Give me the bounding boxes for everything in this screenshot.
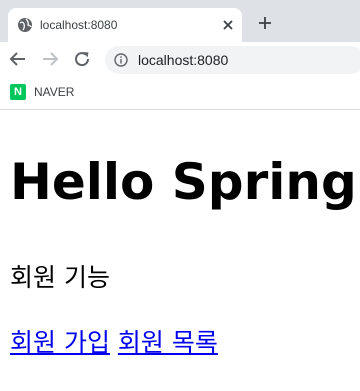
globe-icon <box>18 18 32 32</box>
page-title: Hello Spring <box>10 153 357 211</box>
address-url: localhost:8080 <box>138 52 229 68</box>
tab-title: localhost:8080 <box>40 18 118 32</box>
info-icon[interactable] <box>114 53 128 67</box>
back-arrow-icon[interactable] <box>9 50 27 68</box>
tab-strip: localhost:8080 <box>0 0 360 42</box>
bookmarks-bar: N NAVER <box>0 78 360 110</box>
plus-icon[interactable] <box>258 16 272 30</box>
forward-arrow-icon[interactable] <box>41 50 59 68</box>
page-content: Hello Spring 회원 기능 회원 가입 회원 목록 <box>0 110 360 391</box>
signup-link[interactable]: 회원 가입 <box>10 328 110 357</box>
close-icon[interactable] <box>221 18 235 32</box>
naver-logo-icon: N <box>10 84 26 100</box>
address-bar[interactable]: localhost:8080 <box>105 46 360 74</box>
reload-icon[interactable] <box>73 50 91 68</box>
active-tab[interactable]: localhost:8080 <box>8 8 242 42</box>
link-row: 회원 가입 회원 목록 <box>10 327 218 359</box>
browser-chrome: localhost:8080 localhost:8080 N NAVER <box>0 0 360 110</box>
bookmark-label: NAVER <box>34 85 75 99</box>
browser-toolbar: localhost:8080 <box>0 42 360 78</box>
member-list-link[interactable]: 회원 목록 <box>118 328 218 357</box>
section-subtitle: 회원 기능 <box>10 263 110 292</box>
